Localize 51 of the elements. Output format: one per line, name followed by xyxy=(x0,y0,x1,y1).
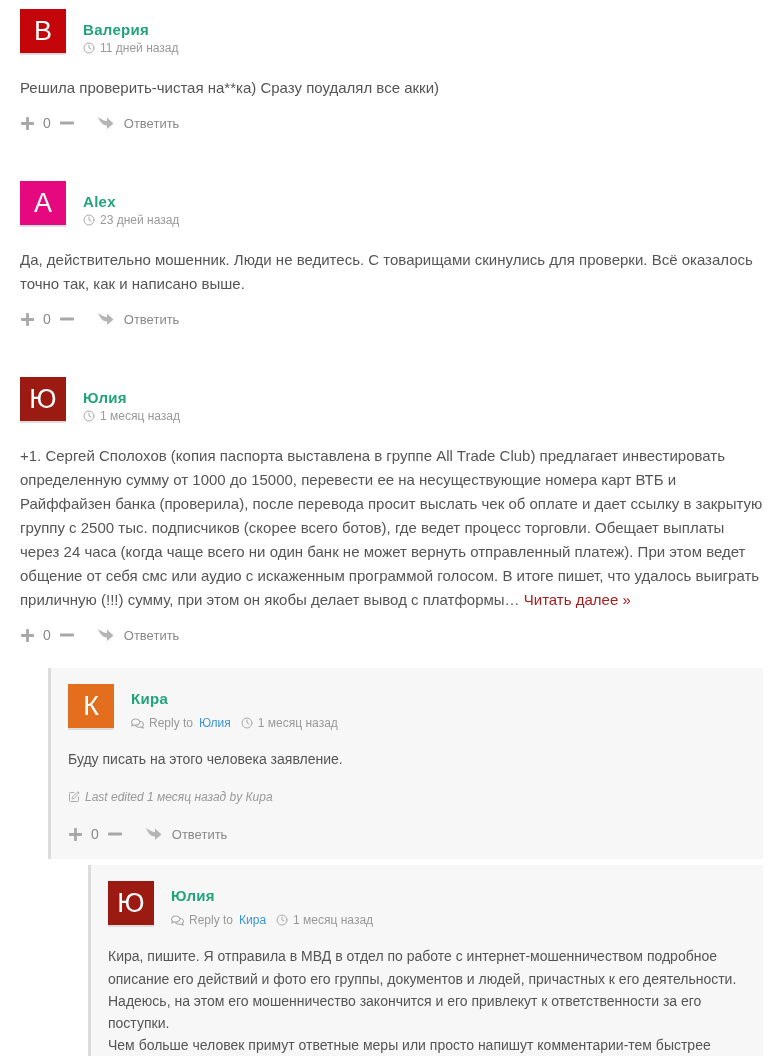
reply-to-label: Reply to xyxy=(149,715,194,731)
comment-time: 1 месяц назад xyxy=(293,912,374,929)
avatar: Ю xyxy=(108,881,154,928)
comment-time: 11 дней назад xyxy=(100,40,179,56)
comment-text: +1. Сергей Сполохов (копия паспорта выставлена в группе All Trade Club) предлагает инвестировать определенную сумму от 1000 до 15000, перевести ее на несуществующие номера карт ВТБ и Райффайзен банка (проверила), после перевода просит выслать чек об оплате и дает ссылку в закрытую группу с 2500 тыс. подписчиков (скорее всего ботов), где ведет процесс торговли. Обещает выплаты через 24 часа (когда чаще всего ни один банк не может вернуть отправленный платеж). При этом ведет общение от себя смс или аудио с искаженным программой голосом. В итоге пишет, что удалось выиграть приличную (!!!) сумму, при этом он якобы делает вывод с платформы… Читать далее » xyxy=(20,446,763,610)
avatar: К xyxy=(68,684,114,730)
reply-arrow-icon xyxy=(144,827,162,842)
comments-icon xyxy=(131,716,144,730)
edit-icon xyxy=(68,791,80,804)
clock-icon xyxy=(83,410,95,422)
reply-to-link[interactable]: Кира xyxy=(239,912,267,929)
author-name: Валерия xyxy=(83,21,151,39)
vote-count: 0 xyxy=(43,627,51,643)
reply-arrow-icon xyxy=(96,312,114,326)
vote-count: 0 xyxy=(91,826,99,843)
comment-text: Решила проверить-чистая на**ка) Сразу поудалял все акки) xyxy=(20,78,440,98)
comment-time: 23 дней назад xyxy=(100,212,180,228)
comment-time: 1 месяц назад xyxy=(100,408,180,424)
reply-button[interactable]: Ответить xyxy=(96,311,180,327)
edited-note: Last edited 1 месяц назад by Кира xyxy=(85,789,273,806)
reply-button[interactable]: Ответить xyxy=(96,627,180,643)
reply-to-label: Reply to xyxy=(189,912,234,929)
avatar: A xyxy=(20,181,66,227)
plus-icon[interactable] xyxy=(20,311,35,327)
vote-count: 0 xyxy=(43,311,51,327)
reply-arrow-icon xyxy=(96,116,114,130)
comment-text: Кира, пишите. Я отправила в МВД в отдел по работе с интернет-мошенничеством подробное описание его действий и фото его группы, документов и людей, причастных к его деятельности. Надеюсь, на этом его мошенничество закончится и его привлекут к ответственности за его поступки. xyxy=(108,947,738,1034)
read-more-link[interactable]: Читать далее » xyxy=(523,591,631,608)
plus-icon[interactable] xyxy=(68,826,83,842)
comment-text: Буду писать на этого человека заявление. xyxy=(68,750,344,769)
author-name: Кира xyxy=(131,690,170,708)
comment-text: Да, действительно мошенник. Люди не ведитесь. С товарищами скинулись для проверки. Всё оказалось точно так, как и написано выше. xyxy=(20,250,754,294)
author-name: Юлия xyxy=(83,389,128,407)
comment-text: Чем больше человек примут ответные меры или просто напишут комментарии-тем быстрее xyxy=(108,1036,712,1056)
reply-button[interactable]: Ответить xyxy=(96,115,180,131)
plus-icon[interactable] xyxy=(20,115,35,131)
clock-icon xyxy=(83,214,95,226)
clock-icon xyxy=(83,42,95,54)
avatar: В xyxy=(20,9,66,55)
author-name: Юлия xyxy=(171,887,216,906)
author-name: Alex xyxy=(83,193,117,211)
clock-icon xyxy=(276,914,289,927)
reply-to-link[interactable]: Юлия xyxy=(199,715,231,731)
reply-arrow-icon xyxy=(96,628,114,642)
reply-button[interactable]: Ответить xyxy=(144,826,228,842)
clock-icon xyxy=(240,717,253,729)
comment-time: 1 месяц назад xyxy=(257,715,338,731)
comments-icon xyxy=(171,913,184,927)
avatar: Ю xyxy=(20,377,66,423)
vote-count: 0 xyxy=(43,115,51,131)
plus-icon[interactable] xyxy=(20,627,35,643)
